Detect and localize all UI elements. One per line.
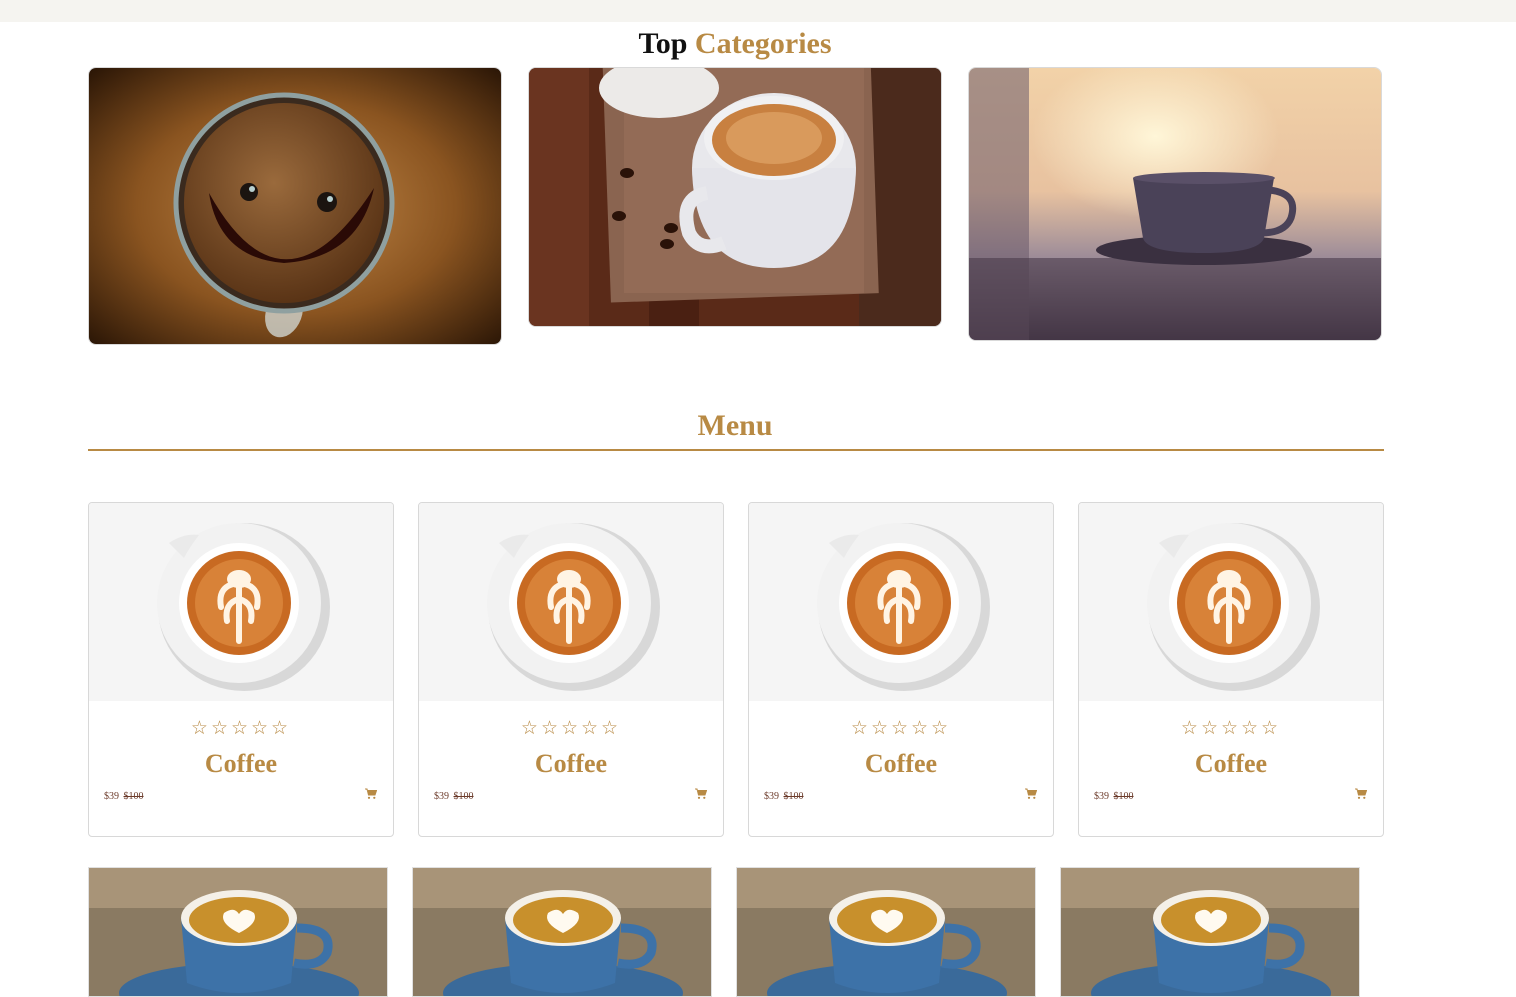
product-price: $39 $100: [434, 791, 474, 802]
current-price: $39: [104, 791, 119, 802]
product-price: $39 $100: [1094, 791, 1134, 802]
current-price: $39: [764, 791, 779, 802]
menu-divider: [88, 449, 1384, 451]
product-name: Coffee: [864, 749, 938, 778]
menu-title: Menu: [697, 409, 773, 442]
product-card-4[interactable]: ☆☆☆☆☆ Coffee $39 $100: [1078, 502, 1384, 837]
category-card-1[interactable]: [88, 67, 502, 345]
cart-icon[interactable]: [695, 788, 707, 800]
product-price: $39 $100: [764, 791, 804, 802]
old-price: $100: [123, 791, 144, 802]
latte-blue-cup-image: [89, 868, 387, 996]
top-bar: [0, 0, 1516, 22]
smiling-coffee-image: [89, 68, 501, 344]
top-categories-title: Top Categories: [0, 26, 1470, 62]
latte-art-image: [749, 503, 1053, 701]
category-card-3[interactable]: [968, 67, 1382, 341]
product-name: Coffee: [204, 749, 278, 778]
latte-blue-cup-image: [413, 868, 711, 996]
product-name: Coffee: [1194, 749, 1268, 778]
latte-photo-card-4[interactable]: [1060, 867, 1360, 997]
latte-blue-cup-image: [1061, 868, 1359, 996]
latte-art-image: [419, 503, 723, 701]
latte-photo-card-3[interactable]: [736, 867, 1036, 997]
cup-at-sunset-image: [969, 68, 1381, 340]
current-price: $39: [434, 791, 449, 802]
cart-icon[interactable]: [1355, 788, 1367, 800]
old-price: $100: [783, 791, 804, 802]
category-card-2[interactable]: [528, 67, 942, 327]
rating-stars: ☆☆☆☆☆: [850, 717, 952, 739]
product-card-2[interactable]: ☆☆☆☆☆ Coffee $39 $100: [418, 502, 724, 837]
cart-icon[interactable]: [365, 788, 377, 800]
cup-on-napkin-image: [529, 68, 941, 326]
product-price: $39 $100: [104, 791, 144, 802]
old-price: $100: [1113, 791, 1134, 802]
rating-stars: ☆☆☆☆☆: [1180, 717, 1282, 739]
product-card-3[interactable]: ☆☆☆☆☆ Coffee $39 $100: [748, 502, 1054, 837]
rating-stars: ☆☆☆☆☆: [520, 717, 622, 739]
product-card-1[interactable]: ☆☆☆☆☆ Coffee $39 $100: [88, 502, 394, 837]
current-price: $39: [1094, 791, 1109, 802]
rating-stars: ☆☆☆☆☆: [190, 717, 292, 739]
latte-art-image: [89, 503, 393, 701]
latte-blue-cup-image: [737, 868, 1035, 996]
old-price: $100: [453, 791, 474, 802]
product-name: Coffee: [534, 749, 608, 778]
latte-art-image: [1079, 503, 1383, 701]
latte-photo-card-1[interactable]: [88, 867, 388, 997]
title-word-categories: Categories: [694, 27, 832, 60]
latte-photo-card-2[interactable]: [412, 867, 712, 997]
title-word-top: Top: [638, 27, 688, 60]
cart-icon[interactable]: [1025, 788, 1037, 800]
